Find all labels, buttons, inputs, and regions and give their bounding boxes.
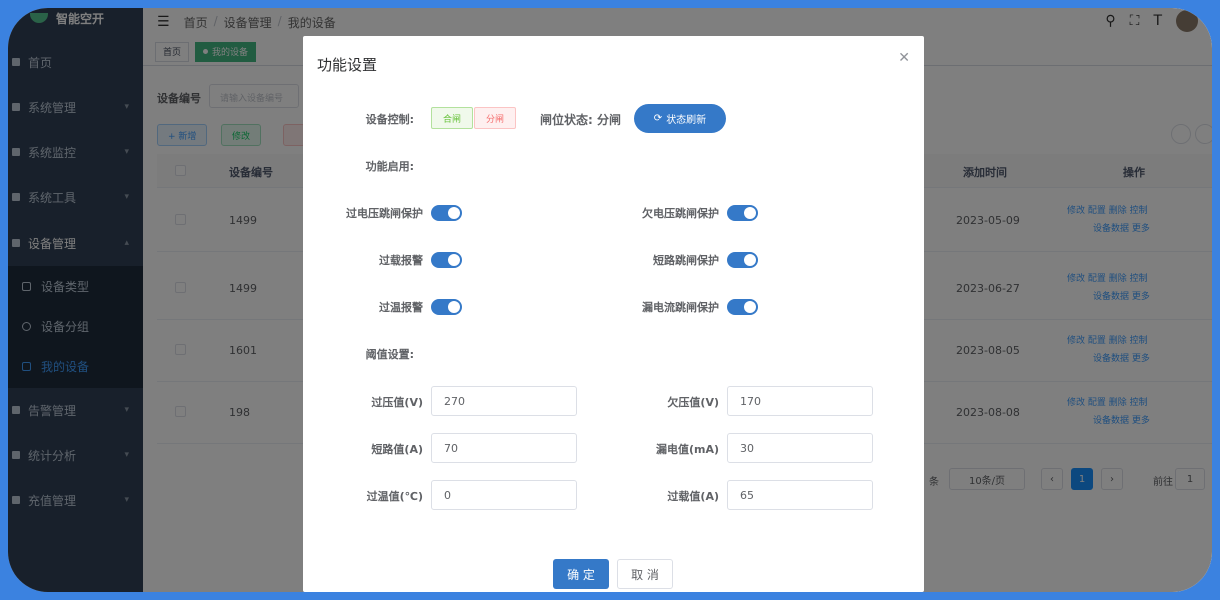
close-breaker-button[interactable]: 合闸 xyxy=(431,107,473,129)
field-label: 过载值(A) xyxy=(667,490,719,503)
refresh-icon: ⟳ xyxy=(653,113,663,124)
control-label: 设备控制: xyxy=(365,113,414,126)
switch-label: 漏电流跳闸保护 xyxy=(642,301,719,314)
status-label: 闸位状态: xyxy=(540,113,593,127)
overload-alarm-switch[interactable] xyxy=(431,252,462,268)
status-refresh-button[interactable]: ⟳ 状态刷新 xyxy=(634,104,726,133)
field-label: 短路值(A) xyxy=(371,443,423,456)
field-label: 欠压值(V) xyxy=(667,396,719,409)
field-label: 过温值(℃) xyxy=(366,490,423,503)
threshold-label: 阈值设置: xyxy=(365,348,414,361)
field-label: 漏电值(mA) xyxy=(655,443,719,456)
short-circuit-switch[interactable] xyxy=(727,252,758,268)
breaker-status: 闸位状态: 分闸 xyxy=(540,111,621,128)
overload-input[interactable]: 65 xyxy=(727,480,873,510)
function-settings-dialog: 功能设置 ✕ 设备控制: 合闸 分闸 闸位状态: 分闸 ⟳ 状态刷新 功能启用: … xyxy=(303,36,924,592)
switch-label: 过温报警 xyxy=(379,301,423,314)
dialog-title: 功能设置 xyxy=(317,56,378,74)
overvoltage-input[interactable]: 270 xyxy=(431,386,577,416)
short-circuit-input[interactable]: 70 xyxy=(431,433,577,463)
field-label: 过压值(V) xyxy=(371,396,423,409)
enable-label: 功能启用: xyxy=(365,160,414,173)
undervoltage-input[interactable]: 170 xyxy=(727,386,873,416)
overtemp-input[interactable]: 0 xyxy=(431,480,577,510)
open-breaker-button[interactable]: 分闸 xyxy=(474,107,516,129)
switch-label: 短路跳闸保护 xyxy=(653,254,719,267)
switch-label: 欠电压跳闸保护 xyxy=(642,207,719,220)
switch-label: 过电压跳闸保护 xyxy=(346,207,423,220)
leakage-switch[interactable] xyxy=(727,299,758,315)
confirm-button[interactable]: 确 定 xyxy=(553,559,609,589)
status-value: 分闸 xyxy=(597,113,622,127)
overvoltage-switch[interactable] xyxy=(431,205,462,221)
undervoltage-switch[interactable] xyxy=(727,205,758,221)
leakage-input[interactable]: 30 xyxy=(727,433,873,463)
cancel-button[interactable]: 取 消 xyxy=(617,559,673,589)
switch-label: 过载报警 xyxy=(379,254,423,267)
app-frame: 智能空开 首页 系统管理▾ 系统监控▾ 系统工具▾ 设备管理▴ 设备类型 设备分… xyxy=(8,8,1212,592)
overtemp-alarm-switch[interactable] xyxy=(431,299,462,315)
close-icon[interactable]: ✕ xyxy=(898,50,910,66)
